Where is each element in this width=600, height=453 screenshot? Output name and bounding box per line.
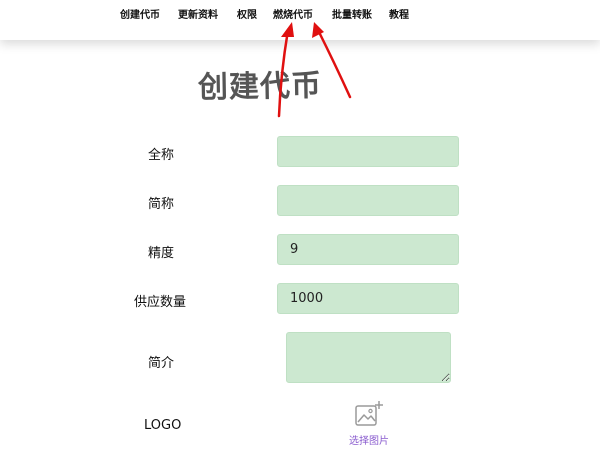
nav-item-update-info[interactable]: 更新资料 <box>178 7 218 25</box>
short-name-label: 简称 <box>148 197 175 212</box>
nav-item-permissions[interactable]: 权限 <box>237 7 257 25</box>
intro-textarea[interactable] <box>286 332 451 383</box>
full-name-input[interactable] <box>277 136 459 167</box>
page: 创建代币 更新资料 权限 燃烧代币 批量转账 教程 创建代币 全称 简称 精度 … <box>0 0 600 453</box>
nav-item-batch-transfer[interactable]: 批量转账 <box>332 7 372 25</box>
logo-label: LOGO <box>144 418 182 433</box>
intro-label: 简介 <box>148 356 175 371</box>
precision-input[interactable] <box>277 234 459 265</box>
supply-input[interactable] <box>277 283 459 314</box>
nav-item-burn-token[interactable]: 燃烧代币 <box>273 7 313 25</box>
supply-label: 供应数量 <box>134 295 187 310</box>
nav-item-create-token[interactable]: 创建代币 <box>120 7 160 25</box>
image-add-icon <box>355 401 383 426</box>
full-name-label: 全称 <box>148 148 175 163</box>
short-name-input[interactable] <box>277 185 459 216</box>
choose-image-label: 选择图片 <box>349 436 389 447</box>
page-title: 创建代币 <box>197 68 323 106</box>
top-nav: 创建代币 更新资料 权限 燃烧代币 批量转账 教程 <box>0 0 600 40</box>
nav-item-tutorial[interactable]: 教程 <box>389 7 409 25</box>
logo-image-picker[interactable]: 选择图片 <box>338 398 400 450</box>
precision-label: 精度 <box>148 246 175 261</box>
